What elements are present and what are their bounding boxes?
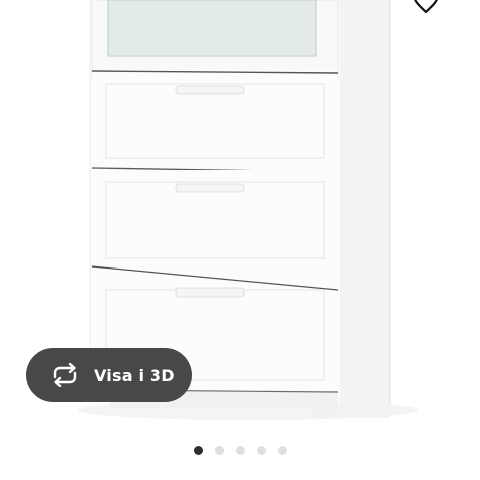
- carousel-dot[interactable]: [193, 445, 203, 455]
- favorite-button[interactable]: [408, 0, 444, 16]
- carousel-dot[interactable]: [256, 445, 266, 455]
- view-in-3d-button[interactable]: Visa i 3D: [26, 348, 192, 402]
- heart-icon: [414, 0, 438, 14]
- carousel-pagination: [0, 444, 480, 456]
- view-in-3d-label: Visa i 3D: [94, 365, 175, 385]
- rotate-3d-icon: [50, 362, 80, 388]
- carousel-dot[interactable]: [214, 445, 224, 455]
- carousel-dot[interactable]: [277, 445, 287, 455]
- drawer-2: [91, 70, 339, 173]
- carousel-dot[interactable]: [235, 445, 245, 455]
